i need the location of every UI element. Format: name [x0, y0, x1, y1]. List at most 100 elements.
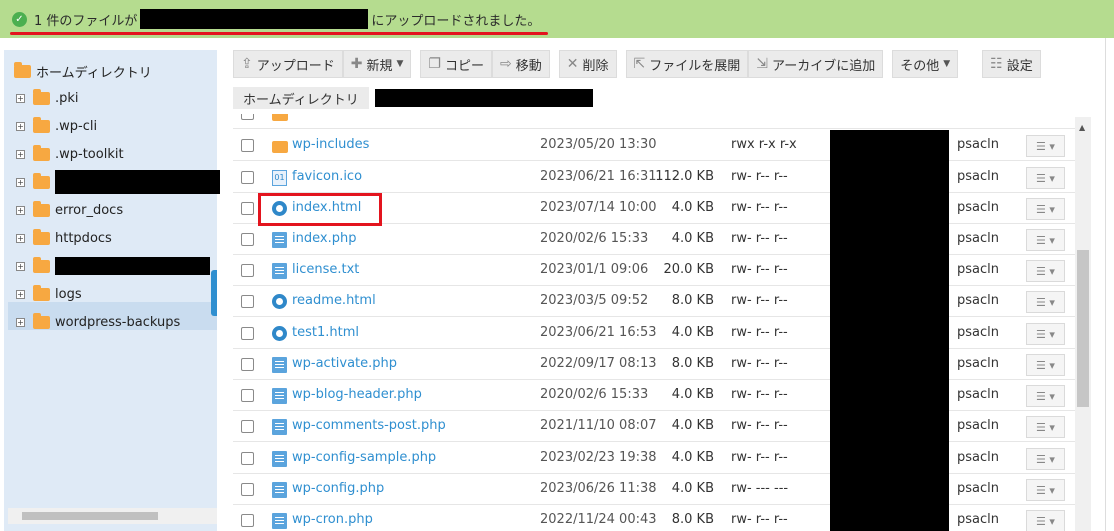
- document-icon: [272, 451, 287, 467]
- row-menu-button[interactable]: ☰ ▾: [1026, 479, 1065, 501]
- expand-icon[interactable]: +: [16, 205, 25, 215]
- row-checkbox[interactable]: [241, 327, 254, 340]
- permissions: rw- r-- r--: [731, 418, 788, 433]
- table-row[interactable]: [233, 114, 1075, 129]
- file-name-link[interactable]: wp-activate.php: [292, 356, 397, 371]
- scrollbar-thumb[interactable]: [22, 512, 158, 520]
- red-highlight-annotation: [258, 193, 382, 226]
- delete-button[interactable]: ✕ 削除: [558, 50, 617, 78]
- document-icon: [272, 513, 287, 529]
- row-menu-button[interactable]: ☰ ▾: [1026, 416, 1065, 438]
- tree-item-redacted-2[interactable]: +: [16, 255, 210, 277]
- file-name-link[interactable]: wp-cron.php: [292, 512, 373, 527]
- row-checkbox[interactable]: [241, 420, 254, 433]
- move-button[interactable]: ⇨ 移動: [492, 50, 550, 78]
- row-checkbox[interactable]: [241, 358, 254, 371]
- file-size: 8.0 KB: [671, 293, 714, 308]
- breadcrumb-redacted-path[interactable]: [374, 89, 593, 107]
- folder-icon: [33, 116, 50, 133]
- settings-label: 設定: [1006, 58, 1033, 74]
- tree-root-home[interactable]: ホームディレクトリ: [14, 62, 152, 81]
- row-checkbox[interactable]: [241, 264, 254, 277]
- tree-item-error-docs[interactable]: + error_docs: [16, 199, 123, 221]
- extract-button[interactable]: ⇱ ファイルを展開: [625, 50, 749, 78]
- modified-date: 2021/11/10 08:07: [540, 418, 657, 433]
- expand-icon[interactable]: +: [16, 317, 25, 327]
- expand-icon[interactable]: +: [16, 121, 25, 131]
- row-menu-button[interactable]: ☰ ▾: [1026, 510, 1065, 531]
- upload-button[interactable]: ⇪ アップロード: [233, 50, 343, 78]
- tree-item-redacted-1[interactable]: +: [16, 170, 220, 194]
- window-edge: [1105, 38, 1114, 531]
- owner: psacln: [957, 231, 999, 246]
- tree-item-wp-cli[interactable]: + .wp-cli: [16, 115, 97, 137]
- row-checkbox[interactable]: [241, 171, 254, 184]
- row-checkbox[interactable]: [241, 202, 254, 215]
- row-checkbox[interactable]: [241, 295, 254, 308]
- new-button[interactable]: ✚ 新規 ▼: [342, 50, 412, 78]
- folder-icon: [272, 114, 288, 121]
- row-menu-button[interactable]: ☰ ▾: [1026, 323, 1065, 345]
- tree-item-httpdocs[interactable]: + httpdocs: [16, 227, 112, 249]
- folder-icon: [272, 141, 288, 153]
- tree-item-wp-toolkit[interactable]: + .wp-toolkit: [16, 143, 124, 165]
- copy-button[interactable]: ❐ コピー: [420, 50, 492, 78]
- settings-button[interactable]: ☷ 設定: [982, 50, 1041, 78]
- row-checkbox[interactable]: [241, 233, 254, 246]
- row-checkbox[interactable]: [241, 389, 254, 402]
- row-menu-button[interactable]: ☰ ▾: [1026, 448, 1065, 470]
- file-name-link[interactable]: license.txt: [292, 262, 359, 277]
- file-name-link[interactable]: wp-comments-post.php: [292, 418, 446, 433]
- tree-item-pki[interactable]: + .pki: [16, 87, 79, 109]
- file-size: 112.0 KB: [655, 169, 714, 184]
- modified-date: 2023/01/1 09:06: [540, 262, 649, 277]
- scrollbar-thumb[interactable]: [1077, 250, 1089, 407]
- upload-label: アップロード: [256, 58, 335, 74]
- modified-date: 2023/07/14 10:00: [540, 200, 657, 215]
- breadcrumb-home[interactable]: ホームディレクトリ: [233, 87, 369, 109]
- row-menu-button[interactable]: ☰ ▾: [1026, 198, 1065, 220]
- file-name-link[interactable]: wp-config-sample.php: [292, 450, 436, 465]
- owner: psacln: [957, 325, 999, 340]
- add-to-archive-button[interactable]: ⇲ アーカイブに追加: [748, 50, 884, 78]
- file-name-link[interactable]: wp-config.php: [292, 481, 384, 496]
- tree-item-logs[interactable]: + logs: [16, 283, 82, 305]
- sidebar-horizontal-scrollbar[interactable]: [8, 508, 217, 524]
- copy-icon: ❐: [428, 56, 441, 72]
- row-checkbox[interactable]: [241, 452, 254, 465]
- plus-icon: ✚: [350, 56, 363, 72]
- row-menu-button[interactable]: ☰ ▾: [1026, 229, 1065, 251]
- scroll-up-icon[interactable]: ▲: [1079, 123, 1085, 132]
- owner: psacln: [957, 512, 999, 527]
- file-name-link[interactable]: wp-includes: [292, 137, 369, 152]
- more-button[interactable]: その他 ▼: [892, 50, 959, 78]
- document-icon: [272, 419, 287, 435]
- expand-icon[interactable]: +: [16, 289, 25, 299]
- file-name-link[interactable]: favicon.ico: [292, 169, 362, 184]
- expand-icon[interactable]: +: [16, 93, 25, 103]
- row-menu-button[interactable]: ☰ ▾: [1026, 135, 1065, 157]
- row-menu-button[interactable]: ☰ ▾: [1026, 291, 1065, 313]
- tree-item-wordpress-backups[interactable]: + wordpress-backups: [16, 311, 180, 333]
- expand-icon[interactable]: +: [16, 233, 25, 243]
- row-menu-button[interactable]: ☰ ▾: [1026, 385, 1065, 407]
- expand-icon[interactable]: +: [16, 177, 25, 187]
- file-name-link[interactable]: test1.html: [292, 325, 359, 340]
- tree-item-label: wordpress-backups: [55, 314, 181, 330]
- row-checkbox[interactable]: [241, 114, 254, 120]
- file-name-link[interactable]: wp-blog-header.php: [292, 387, 422, 402]
- expand-icon[interactable]: +: [16, 261, 25, 271]
- row-checkbox[interactable]: [241, 483, 254, 496]
- file-name-link[interactable]: index.php: [292, 231, 356, 246]
- expand-icon[interactable]: +: [16, 149, 25, 159]
- row-checkbox[interactable]: [241, 139, 254, 152]
- file-list-vertical-scrollbar[interactable]: ▲: [1075, 117, 1091, 531]
- sidebar-collapse-handle[interactable]: [211, 270, 217, 316]
- row-menu-button[interactable]: ☰ ▾: [1026, 354, 1065, 376]
- close-icon: ✕: [566, 56, 579, 72]
- row-checkbox[interactable]: [241, 514, 254, 527]
- row-menu-button[interactable]: ☰ ▾: [1026, 260, 1065, 282]
- html-file-icon: [272, 294, 287, 309]
- row-menu-button[interactable]: ☰ ▾: [1026, 167, 1065, 189]
- file-name-link[interactable]: readme.html: [292, 293, 376, 308]
